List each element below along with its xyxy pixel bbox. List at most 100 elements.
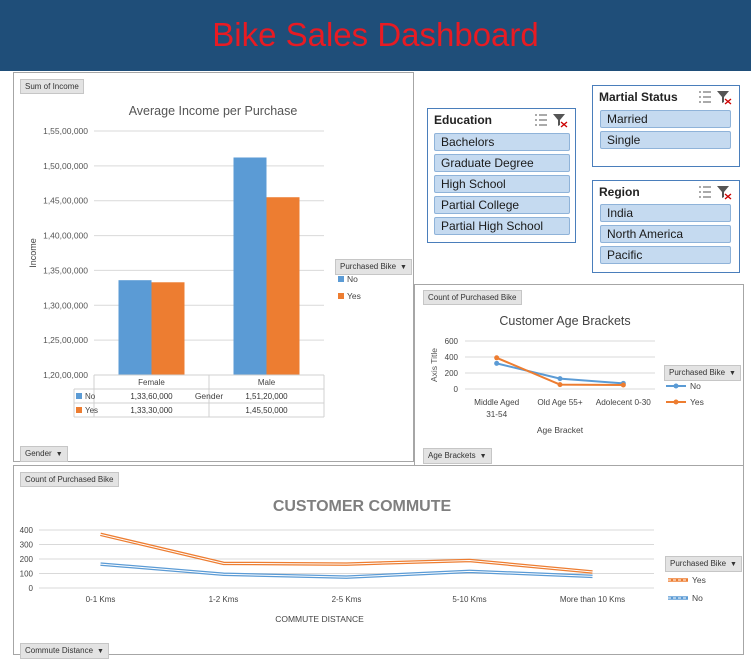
- commute-legend-filter-label: Purchased Bike: [670, 559, 727, 568]
- multi-select-icon[interactable]: [699, 186, 711, 198]
- slicer-item-india[interactable]: India: [600, 204, 731, 222]
- legend-label-yes: Yes: [347, 291, 361, 301]
- slicer-item-pacific[interactable]: Pacific: [600, 246, 731, 264]
- clear-filter-icon[interactable]: [717, 186, 732, 200]
- data-point-yes: [620, 382, 626, 388]
- slicer-item-high-school[interactable]: High School: [434, 175, 570, 193]
- commute-distance-axis-filter-label: Commute Distance: [25, 646, 94, 655]
- legend-label-no: No: [347, 274, 358, 284]
- multi-select-icon[interactable]: [699, 91, 711, 103]
- y-tick-label: 0: [454, 385, 459, 394]
- commute-legend-filter-button[interactable]: Purchased Bike ▼: [665, 556, 742, 572]
- dropdown-arrow-icon: ▼: [400, 264, 407, 271]
- slicer-item-graduate-degree[interactable]: Graduate Degree: [434, 154, 570, 172]
- data-point-yes: [557, 382, 563, 388]
- bar-yes-male: [266, 197, 300, 375]
- x-category-label: 0-1 Kms: [86, 595, 116, 604]
- legend-swatch-no: [338, 276, 344, 282]
- y-tick-label: 1,40,00,000: [43, 231, 88, 241]
- region-slicer-title: Region: [599, 185, 640, 199]
- bar-no-male: [233, 157, 267, 375]
- marital-status-slicer-title: Martial Status: [599, 90, 678, 104]
- y-tick-label: 1,25,00,000: [43, 335, 88, 345]
- commute-count-field-label: Count of Purchased Bike: [25, 475, 114, 484]
- data-point-yes: [494, 355, 500, 361]
- clear-filter-icon[interactable]: [717, 91, 732, 105]
- x-category-label: 1-2 Kms: [209, 595, 239, 604]
- legend-label-yes: Yes: [690, 397, 704, 407]
- age-legend-filter-label: Purchased Bike: [669, 368, 726, 377]
- commute-chart-panel: Count of Purchased Bike CUSTOMER COMMUTE…: [13, 465, 744, 659]
- legend-label-no: No: [692, 593, 703, 603]
- sum-of-income-field-label: Sum of Income: [25, 82, 79, 91]
- y-tick-label: 100: [20, 570, 34, 579]
- y-tick-label: 300: [20, 541, 34, 550]
- x-category-label: More than 10 Kms: [560, 595, 625, 604]
- age-brackets-axis-filter-button[interactable]: Age Brackets ▼: [423, 448, 492, 464]
- clear-filter-icon[interactable]: [553, 114, 568, 128]
- y-tick-label: 200: [445, 369, 459, 378]
- y-tick-label: 200: [20, 555, 34, 564]
- x-category-label: 2-5 Kms: [332, 595, 362, 604]
- table-cell-value: 1,33,60,000: [130, 392, 173, 401]
- x-axis-label: COMMUTE DISTANCE: [275, 614, 364, 624]
- y-tick-label: 400: [20, 526, 34, 535]
- commute-count-field-button[interactable]: Count of Purchased Bike: [20, 472, 119, 487]
- commute-chart: CUSTOMER COMMUTE 0 100 200 300 400 0-1 Kms 1-2 …: [20, 498, 706, 624]
- x-category-label: Adolecent 0-30: [596, 398, 652, 407]
- slicer-header-icons: [699, 186, 732, 200]
- slicer-header-icons: [699, 91, 732, 105]
- dropdown-arrow-icon: ▼: [55, 451, 63, 458]
- y-tick-label: 1,35,00,000: [43, 265, 88, 275]
- table-cell-value: 1,51,20,000: [245, 392, 288, 401]
- slicer-item-north-america[interactable]: North America: [600, 225, 731, 243]
- slicer-item-bachelors[interactable]: Bachelors: [434, 133, 570, 151]
- y-tick-label: 600: [445, 337, 459, 346]
- y-tick-label: 400: [445, 353, 459, 362]
- dropdown-arrow-icon: ▼: [729, 370, 736, 377]
- dashboard-header: Bike Sales Dashboard: [0, 0, 751, 71]
- income-legend-filter-label: Purchased Bike: [340, 262, 397, 271]
- table-cell-value: 1,45,50,000: [245, 406, 288, 415]
- age-legend-filter-button[interactable]: Purchased Bike ▼: [664, 365, 741, 381]
- slicer-item-single[interactable]: Single: [600, 131, 731, 149]
- x-category-label: Male: [258, 378, 276, 387]
- dashboard-title: Bike Sales Dashboard: [212, 16, 539, 53]
- marital-status-slicer: Martial Status Married Single: [592, 85, 740, 167]
- x-category-label: Middle Aged: [474, 398, 520, 407]
- commute-distance-axis-filter-button[interactable]: Commute Distance ▼: [20, 643, 109, 659]
- education-slicer-title: Education: [434, 113, 493, 127]
- age-brackets-axis-filter-label: Age Brackets: [428, 451, 476, 460]
- age-chart-panel: Count of Purchased Bike Customer Age Bra…: [414, 284, 744, 467]
- legend-label-no: No: [690, 381, 701, 391]
- chart-title: CUSTOMER COMMUTE: [273, 498, 452, 515]
- legend-key-yes: [76, 407, 82, 413]
- slicer-item-married[interactable]: Married: [600, 110, 731, 128]
- sum-of-income-field-button[interactable]: Sum of Income: [20, 79, 84, 94]
- multi-select-icon[interactable]: [535, 114, 547, 126]
- legend-key-no: [76, 393, 82, 399]
- region-slicer: Region India North America Pacific: [592, 180, 740, 273]
- slicer-header-icons: [535, 114, 568, 128]
- y-axis-label: Axis Title: [429, 348, 439, 382]
- legend-swatch-yes: [338, 293, 344, 299]
- y-tick-label: 1,45,00,000: [43, 196, 88, 206]
- x-category-label: 31-54: [486, 410, 507, 419]
- income-legend-filter-button[interactable]: Purchased Bike ▼: [335, 259, 412, 275]
- series-line-outer-yes: [100, 532, 593, 574]
- slicer-item-partial-high-school[interactable]: Partial High School: [434, 217, 570, 235]
- x-category-label: 5-10 Kms: [452, 595, 486, 604]
- x-category-label: Old Age 55+: [537, 398, 583, 407]
- education-slicer: Education Bachelors Graduate Degree High…: [427, 108, 576, 243]
- chart-title: Average Income per Purchase: [129, 104, 298, 118]
- y-tick-label: 1,30,00,000: [43, 300, 88, 310]
- x-category-label: Female: [138, 378, 165, 387]
- table-cell-value: 1,33,30,000: [130, 406, 173, 415]
- gender-axis-filter-button[interactable]: Gender ▼: [20, 446, 68, 462]
- slicer-item-partial-college[interactable]: Partial College: [434, 196, 570, 214]
- legend-marker-yes: [673, 399, 679, 405]
- y-axis-label: Income: [28, 238, 38, 268]
- x-axis-label: Age Bracket: [537, 425, 584, 435]
- dropdown-arrow-icon: ▼: [479, 453, 487, 460]
- bar-yes-female: [151, 282, 185, 375]
